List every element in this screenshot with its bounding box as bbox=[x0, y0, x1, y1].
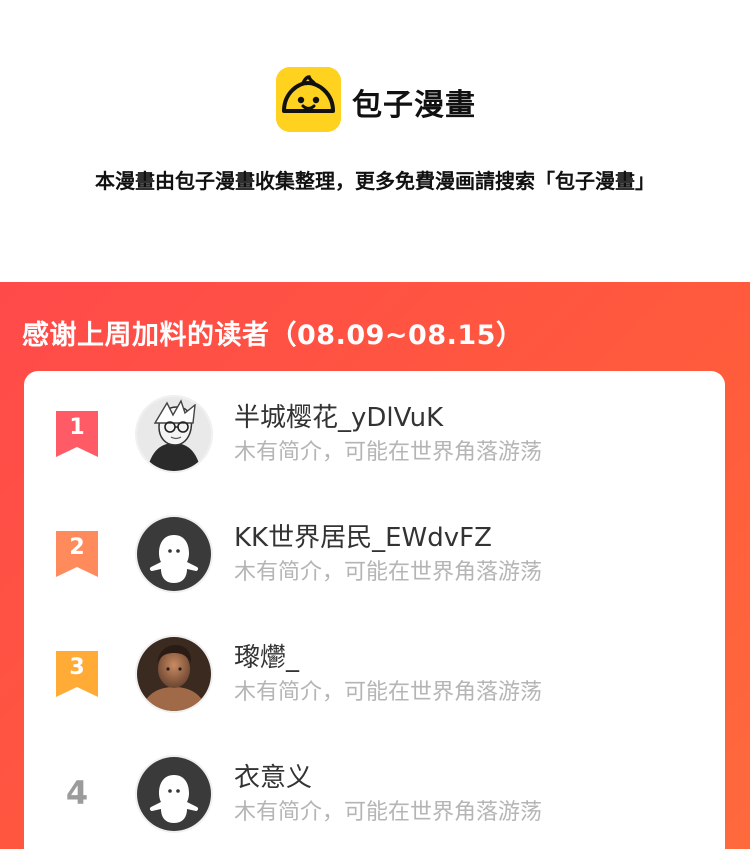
reader-name[interactable]: 瓈爩_ bbox=[234, 637, 299, 674]
reader-name[interactable]: 衣意义 bbox=[234, 757, 312, 794]
avatar[interactable] bbox=[135, 635, 213, 713]
steamed-bun-icon bbox=[276, 67, 341, 132]
reader-row[interactable]: 2 KK世界居民_EWdvFZ 木有简介，可能在世界角落游荡 bbox=[24, 491, 725, 601]
avatar[interactable] bbox=[135, 515, 213, 593]
leaderboard-card: 1 半城樱花_yDlVuK 木有简介，可能在世界角落游荡 2 KK世界居民_EW… bbox=[24, 371, 725, 849]
rank-badge: 2 bbox=[56, 531, 98, 577]
leaderboard-panel: 感谢上周加料的读者（08.09~08.15） 1 半城樱花_yDlVuK 木有简… bbox=[0, 282, 750, 849]
reader-name[interactable]: 半城樱花_yDlVuK bbox=[234, 397, 443, 434]
brand-header: 包子漫畫 本漫畫由包子漫畫收集整理，更多免費漫画請搜索「包子漫畫」 bbox=[0, 0, 750, 282]
rank-number: 3 bbox=[69, 655, 85, 680]
reader-bio: 木有简介，可能在世界角落游荡 bbox=[234, 800, 543, 825]
reader-bio: 木有简介，可能在世界角落游荡 bbox=[234, 560, 543, 585]
reader-row[interactable]: 3 瓈爩_ 木有简介，可能在世界角落游荡 bbox=[24, 611, 725, 721]
collection-notice: 本漫畫由包子漫畫收集整理，更多免費漫画請搜索「包子漫畫」 bbox=[95, 169, 655, 193]
reader-row[interactable]: 4 衣意义 木有简介，可能在世界角落游荡 bbox=[24, 731, 725, 841]
avatar[interactable] bbox=[135, 395, 213, 473]
reader-row[interactable]: 1 半城樱花_yDlVuK 木有简介，可能在世界角落游荡 bbox=[24, 371, 725, 481]
rank-badge: 3 bbox=[56, 651, 98, 697]
reader-name[interactable]: KK世界居民_EWdvFZ bbox=[234, 517, 492, 554]
avatar[interactable] bbox=[135, 755, 213, 833]
rank-number: 1 bbox=[69, 415, 85, 440]
leaderboard-title: 感谢上周加料的读者（08.09~08.15） bbox=[22, 320, 524, 351]
reader-bio: 木有简介，可能在世界角落游荡 bbox=[234, 440, 543, 465]
brand-name: 包子漫畫 bbox=[352, 88, 476, 123]
rank-number: 2 bbox=[69, 535, 85, 560]
reader-bio: 木有简介，可能在世界角落游荡 bbox=[234, 680, 543, 705]
rank-badge: 1 bbox=[56, 411, 98, 457]
rank-number: 4 bbox=[65, 774, 89, 812]
